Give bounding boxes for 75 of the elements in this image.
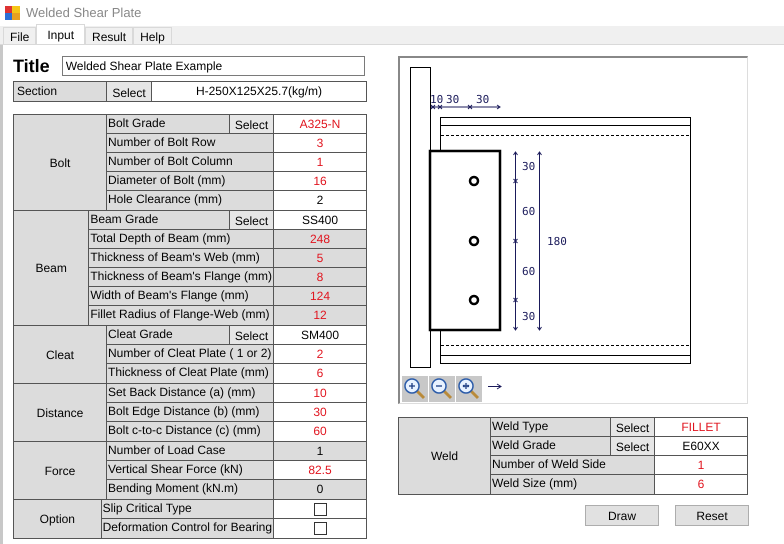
field-label: Cleat Grade bbox=[107, 326, 229, 344]
select-button[interactable]: Select bbox=[610, 418, 655, 436]
checkbox[interactable] bbox=[314, 502, 326, 516]
menu-tab[interactable]: Help bbox=[133, 27, 172, 44]
dimension-label: 60 bbox=[522, 265, 536, 278]
field-label: Total Depth of Beam (mm) bbox=[89, 230, 274, 248]
field-label: Weld Grade bbox=[491, 437, 610, 455]
field-label: Number of Load Case bbox=[107, 442, 274, 460]
value-cell: 1 bbox=[274, 442, 366, 460]
group-label: Cleat bbox=[46, 346, 74, 364]
field-label: Thickness of Beam's Flange (mm) bbox=[89, 268, 274, 286]
dimension-label: 10 bbox=[430, 93, 444, 106]
dimension-label: 180 bbox=[547, 235, 567, 248]
field-label: Weld Type bbox=[491, 418, 610, 436]
menu-tab[interactable]: Input bbox=[36, 24, 86, 44]
value-cell: 5 bbox=[274, 249, 366, 267]
field-label: Bolt Grade bbox=[107, 115, 229, 133]
dimension-label: 30 bbox=[522, 160, 536, 173]
action-button[interactable]: Draw bbox=[585, 505, 659, 526]
field-label: Beam Grade bbox=[89, 211, 229, 229]
bolt-hole-icon bbox=[468, 176, 480, 186]
checkbox[interactable] bbox=[314, 522, 326, 535]
title-label: Title bbox=[13, 54, 50, 78]
select-button[interactable]: Select bbox=[107, 82, 152, 101]
select-button[interactable]: Select bbox=[610, 437, 655, 455]
dimension-label: 60 bbox=[522, 205, 536, 218]
field-label: Weld Size (mm) bbox=[491, 475, 655, 494]
zoom-in-icon[interactable] bbox=[402, 376, 428, 402]
bolt-hole-icon bbox=[468, 294, 480, 306]
select-button[interactable]: Select bbox=[229, 211, 274, 229]
field-label: Vertical Shear Force (kN) bbox=[107, 461, 274, 479]
field-label: Bolt Edge Distance (b) (mm) bbox=[107, 403, 274, 421]
menu-tab[interactable]: File bbox=[3, 27, 36, 44]
window-title: Welded Shear Plate bbox=[26, 4, 142, 22]
group-label: Weld bbox=[430, 448, 458, 465]
field-label: Number of Bolt Column bbox=[107, 153, 274, 171]
dimension-line bbox=[430, 104, 501, 110]
dimension-label: 30 bbox=[476, 93, 490, 106]
group-label: Force bbox=[44, 462, 76, 480]
select-button[interactable]: Select bbox=[229, 326, 274, 344]
field-label: Width of Beam's Flange (mm) bbox=[89, 287, 274, 305]
pan-icon[interactable] bbox=[456, 376, 482, 402]
field-label: Fillet Radius of Flange-Web (mm) bbox=[89, 306, 274, 325]
value-cell: 8 bbox=[274, 268, 366, 286]
app-icon bbox=[5, 6, 20, 20]
arrow-icon bbox=[488, 383, 502, 390]
value-cell: 0 bbox=[274, 480, 366, 499]
field-label: Number of Bolt Row bbox=[107, 134, 274, 152]
field-label: Diameter of Bolt (mm) bbox=[107, 172, 274, 190]
field-label: Deformation Control for Bearing bbox=[102, 519, 274, 538]
group-label: Option bbox=[40, 511, 75, 528]
field-label: Hole Clearance (mm) bbox=[107, 191, 274, 210]
group-label: Bolt bbox=[50, 154, 70, 172]
value-cell: 124 bbox=[274, 287, 366, 305]
section-label: Section bbox=[14, 82, 107, 101]
group-label: Distance bbox=[36, 404, 84, 422]
select-button[interactable]: Select bbox=[229, 115, 274, 133]
title-field[interactable]: Welded Shear Plate Example bbox=[62, 56, 365, 76]
field-label: Bending Moment (kN.m) bbox=[107, 480, 274, 499]
dimension-label: 30 bbox=[446, 93, 460, 106]
field-label: Bolt c-to-c Distance (c) (mm) bbox=[107, 422, 274, 441]
field-label: Number of Cleat Plate ( 1 or 2) bbox=[107, 345, 274, 363]
field-label: Slip Critical Type bbox=[102, 500, 274, 518]
bolt-hole-icon bbox=[468, 236, 480, 246]
dimension-label: 30 bbox=[522, 310, 536, 323]
menu-tab[interactable]: Result bbox=[85, 27, 134, 44]
field-label: Thickness of Cleat Plate (mm) bbox=[107, 364, 274, 383]
group-label: Beam bbox=[35, 260, 67, 277]
value-cell: 248 bbox=[274, 230, 366, 248]
field-label: Set Back Distance (a) (mm) bbox=[107, 384, 274, 402]
value-cell: 12 bbox=[274, 306, 366, 325]
zoom-out-icon[interactable] bbox=[429, 376, 455, 402]
field-label: Number of Weld Side bbox=[491, 456, 655, 474]
field-label: Thickness of Beam's Web (mm) bbox=[89, 249, 274, 267]
action-button[interactable]: Reset bbox=[675, 505, 749, 526]
